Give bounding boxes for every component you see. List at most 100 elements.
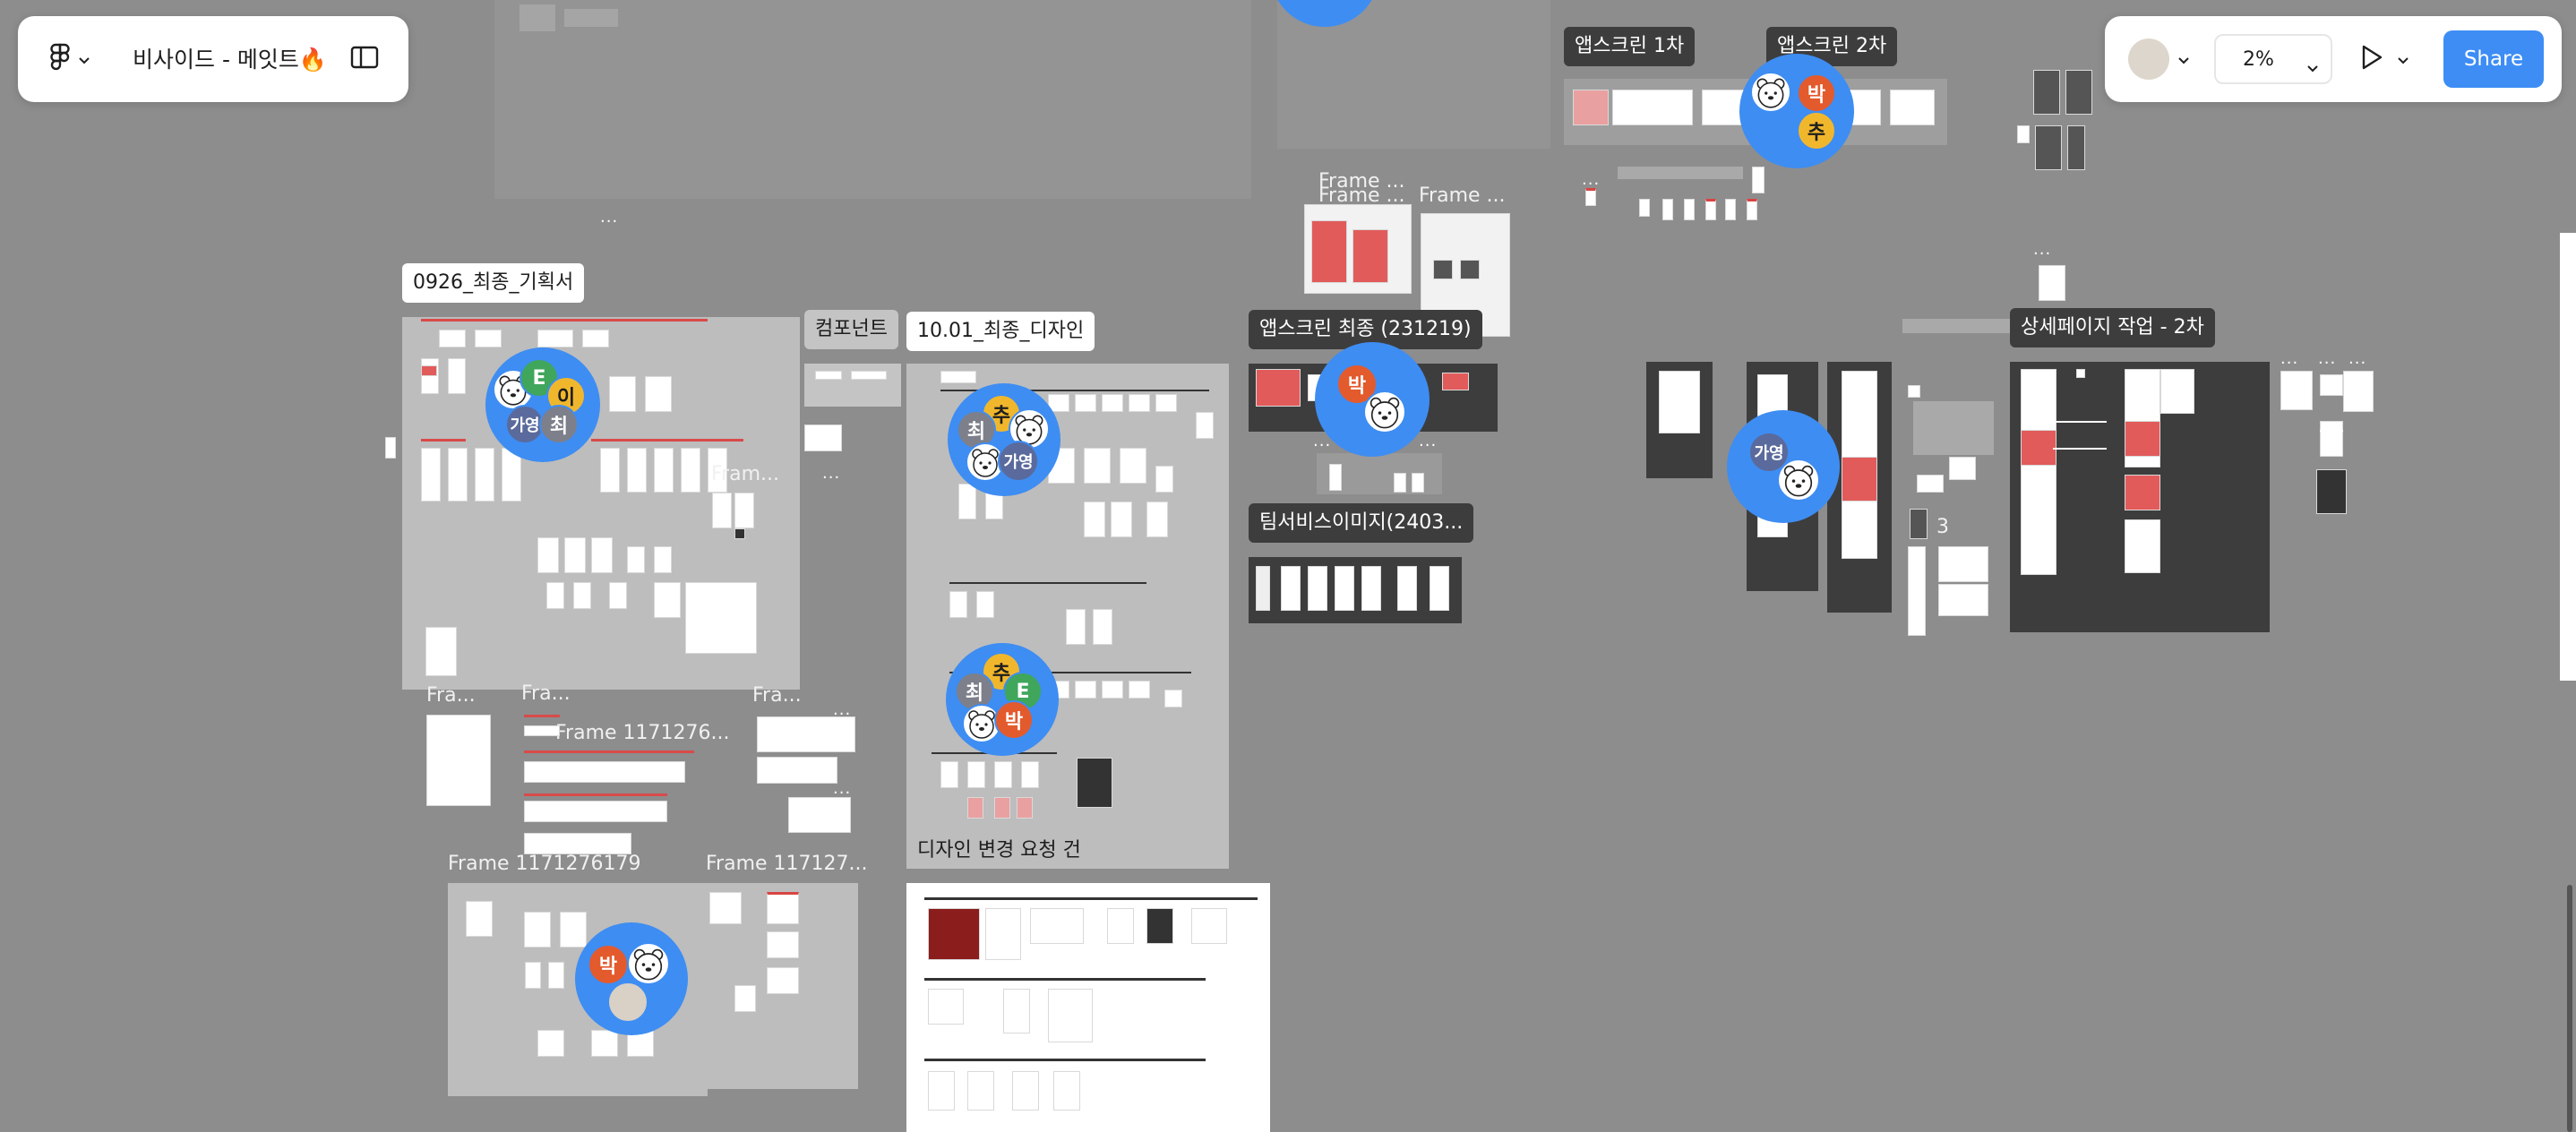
vertical-scrollbar[interactable]: [2567, 885, 2572, 1132]
thumb: [548, 962, 564, 989]
thumb: [1430, 566, 1449, 611]
frame-ghost-label[interactable]: Fra...: [521, 682, 571, 705]
more-dots: ...: [822, 464, 841, 483]
thumb: [524, 912, 551, 948]
present-button[interactable]: [2352, 39, 2391, 79]
thumb: [2053, 448, 2107, 450]
thumb: [1129, 394, 1150, 412]
thumb: [2076, 369, 2085, 378]
frame-right-edge[interactable]: [2560, 233, 2576, 681]
thumb: [1146, 908, 1173, 944]
more-dots: ...: [833, 817, 852, 836]
thumb: [928, 989, 964, 1025]
thumb: [525, 962, 541, 989]
thumb: [609, 582, 627, 609]
thumb: [1938, 584, 1988, 616]
thumb: [940, 761, 958, 788]
thumb: [1573, 90, 1609, 125]
thumb: [709, 892, 742, 924]
thumb: [1077, 758, 1112, 808]
thumb: [591, 1030, 618, 1057]
chevron-down-icon: [2398, 51, 2409, 68]
thumb: [1659, 371, 1700, 433]
more-dots: ...: [1419, 432, 1438, 450]
avatar-cluster[interactable]: [1739, 54, 1854, 168]
frame-label-design-change[interactable]: 디자인 변경 요청 건: [906, 831, 1092, 870]
thumb: [609, 376, 636, 412]
frame-ghost-label[interactable]: Fra...: [426, 684, 476, 707]
main-menu-button[interactable]: [43, 41, 97, 77]
thumb: [2343, 371, 2374, 412]
zoom-dropdown[interactable]: 2%: [2214, 34, 2332, 84]
frame-ghost-label[interactable]: Fra...: [752, 684, 802, 707]
divider: [949, 582, 1146, 584]
avatar-bear: [1750, 72, 1791, 113]
thumb: [421, 448, 441, 502]
thumb: [994, 797, 1010, 819]
thumb: [2320, 430, 2343, 432]
frame-ghost-label[interactable]: Frame 1171276179: [448, 853, 641, 875]
frame-ghost-label[interactable]: Frame ...: [1419, 184, 1506, 207]
panel-toggle-button[interactable]: [344, 41, 385, 77]
thumb: [537, 1030, 564, 1057]
thumb: [1361, 566, 1381, 611]
thumb: [734, 985, 756, 1012]
thumb: [985, 908, 1021, 960]
share-button[interactable]: Share: [2443, 30, 2544, 88]
thumb: [537, 330, 573, 347]
frame-label-0926[interactable]: 0926_최종_기획서: [402, 263, 585, 303]
canvas[interactable]: ... 0926_최종_기획서 Fram... 컴포넌트 ... 10.01_최…: [0, 0, 2576, 1132]
thumb: [524, 801, 667, 822]
frame-ghost-label[interactable]: Frame 117127...: [706, 853, 868, 875]
thumb: [757, 716, 855, 752]
thumb: [582, 330, 609, 347]
frame-ghost-label[interactable]: Frame 1171276...: [555, 722, 730, 744]
divider: [924, 978, 1206, 981]
frame-label-detail-page[interactable]: 상세페이지 작업 - 2차: [2010, 308, 2215, 347]
more-dots: ...: [2318, 349, 2337, 368]
thumb: [940, 371, 976, 383]
thumb: [1397, 566, 1417, 611]
divider: [524, 793, 667, 796]
thumb: [1842, 457, 1877, 502]
file-title[interactable]: 비사이드 - 메잇트🔥: [133, 42, 327, 74]
thumb: [1146, 502, 1168, 537]
thumb: [2021, 369, 2057, 575]
avatar: 박: [1797, 73, 1836, 113]
thumb: [1084, 448, 1111, 484]
sidebar-toggle-icon: [350, 46, 379, 73]
thumb: [804, 424, 842, 451]
thumb: [1329, 464, 1342, 491]
thumb: [1684, 199, 1695, 220]
thumb: [2065, 70, 2092, 115]
thumb: [2316, 469, 2347, 514]
thumb: [1890, 90, 1935, 125]
thumb: [564, 537, 586, 573]
thumb: [1021, 761, 1039, 788]
thumb: [767, 967, 799, 994]
thumb: [2320, 374, 2343, 396]
thumb: [976, 591, 994, 618]
frame-label-1001[interactable]: 10.01_최종_디자인: [906, 312, 1095, 351]
frame-label-team-image[interactable]: 팀서비스이미지(2403...: [1249, 503, 1474, 543]
thumb: [426, 715, 491, 806]
thumb: [1913, 401, 1994, 455]
thumb: [654, 448, 674, 493]
thumb: [1281, 566, 1301, 611]
frame-label-components[interactable]: 컴포넌트: [804, 310, 898, 349]
frame-ghost-label[interactable]: Fram...: [711, 463, 779, 485]
thumb: [439, 330, 466, 347]
avatar: 박: [994, 700, 1034, 740]
thumb: [851, 371, 887, 380]
play-icon: [2360, 44, 2383, 74]
thumb: [967, 797, 983, 819]
present-options-button[interactable]: [2391, 45, 2415, 73]
user-menu-button[interactable]: [2123, 36, 2194, 82]
avatar-bear: [627, 942, 670, 985]
frame-label-appscreen1[interactable]: 앱스크린 1차: [1564, 27, 1696, 66]
frame-top-left[interactable]: [494, 0, 1251, 199]
thumb: [425, 627, 457, 676]
thumb: [1012, 1071, 1039, 1111]
thumb: [2067, 125, 2085, 170]
thumb: [757, 757, 837, 784]
